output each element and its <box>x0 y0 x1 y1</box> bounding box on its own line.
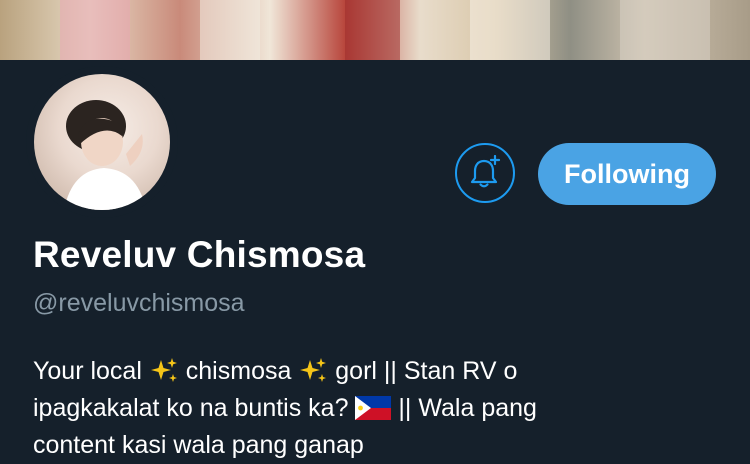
avatar-portrait <box>64 100 146 210</box>
bio-text: gorl || Stan RV o <box>335 357 518 385</box>
following-button[interactable]: Following <box>538 143 716 205</box>
bio-text: || Wala pang <box>398 394 537 422</box>
display-name: Reveluv Chismosa <box>33 234 366 275</box>
bio-text: Your local <box>33 357 142 385</box>
bio-line-1: Your local chismosa gorl || Stan RV o <box>33 353 723 390</box>
profile-bio: Your local chismosa gorl || Stan RV o ip… <box>33 353 723 464</box>
philippines-flag-icon <box>355 396 392 420</box>
sparkles-icon <box>150 358 177 382</box>
sparkles-icon <box>300 358 327 382</box>
bio-line-2: ipagkakalat ko na buntis ka? || Wala pan… <box>33 390 723 427</box>
header-banner[interactable] <box>0 0 750 60</box>
bell-plus-icon <box>470 155 501 188</box>
bio-text: chismosa <box>185 357 292 385</box>
bio-text: ipagkakalat ko na buntis ka? <box>33 394 349 422</box>
profile-section: Following Reveluv Chismosa @reveluvchism… <box>0 60 750 459</box>
avatar[interactable] <box>34 74 170 210</box>
username-handle: @reveluvchismosa <box>33 289 245 317</box>
notifications-bell-button[interactable] <box>455 143 515 203</box>
bio-line-3: content kasi wala pang ganap <box>33 431 364 459</box>
